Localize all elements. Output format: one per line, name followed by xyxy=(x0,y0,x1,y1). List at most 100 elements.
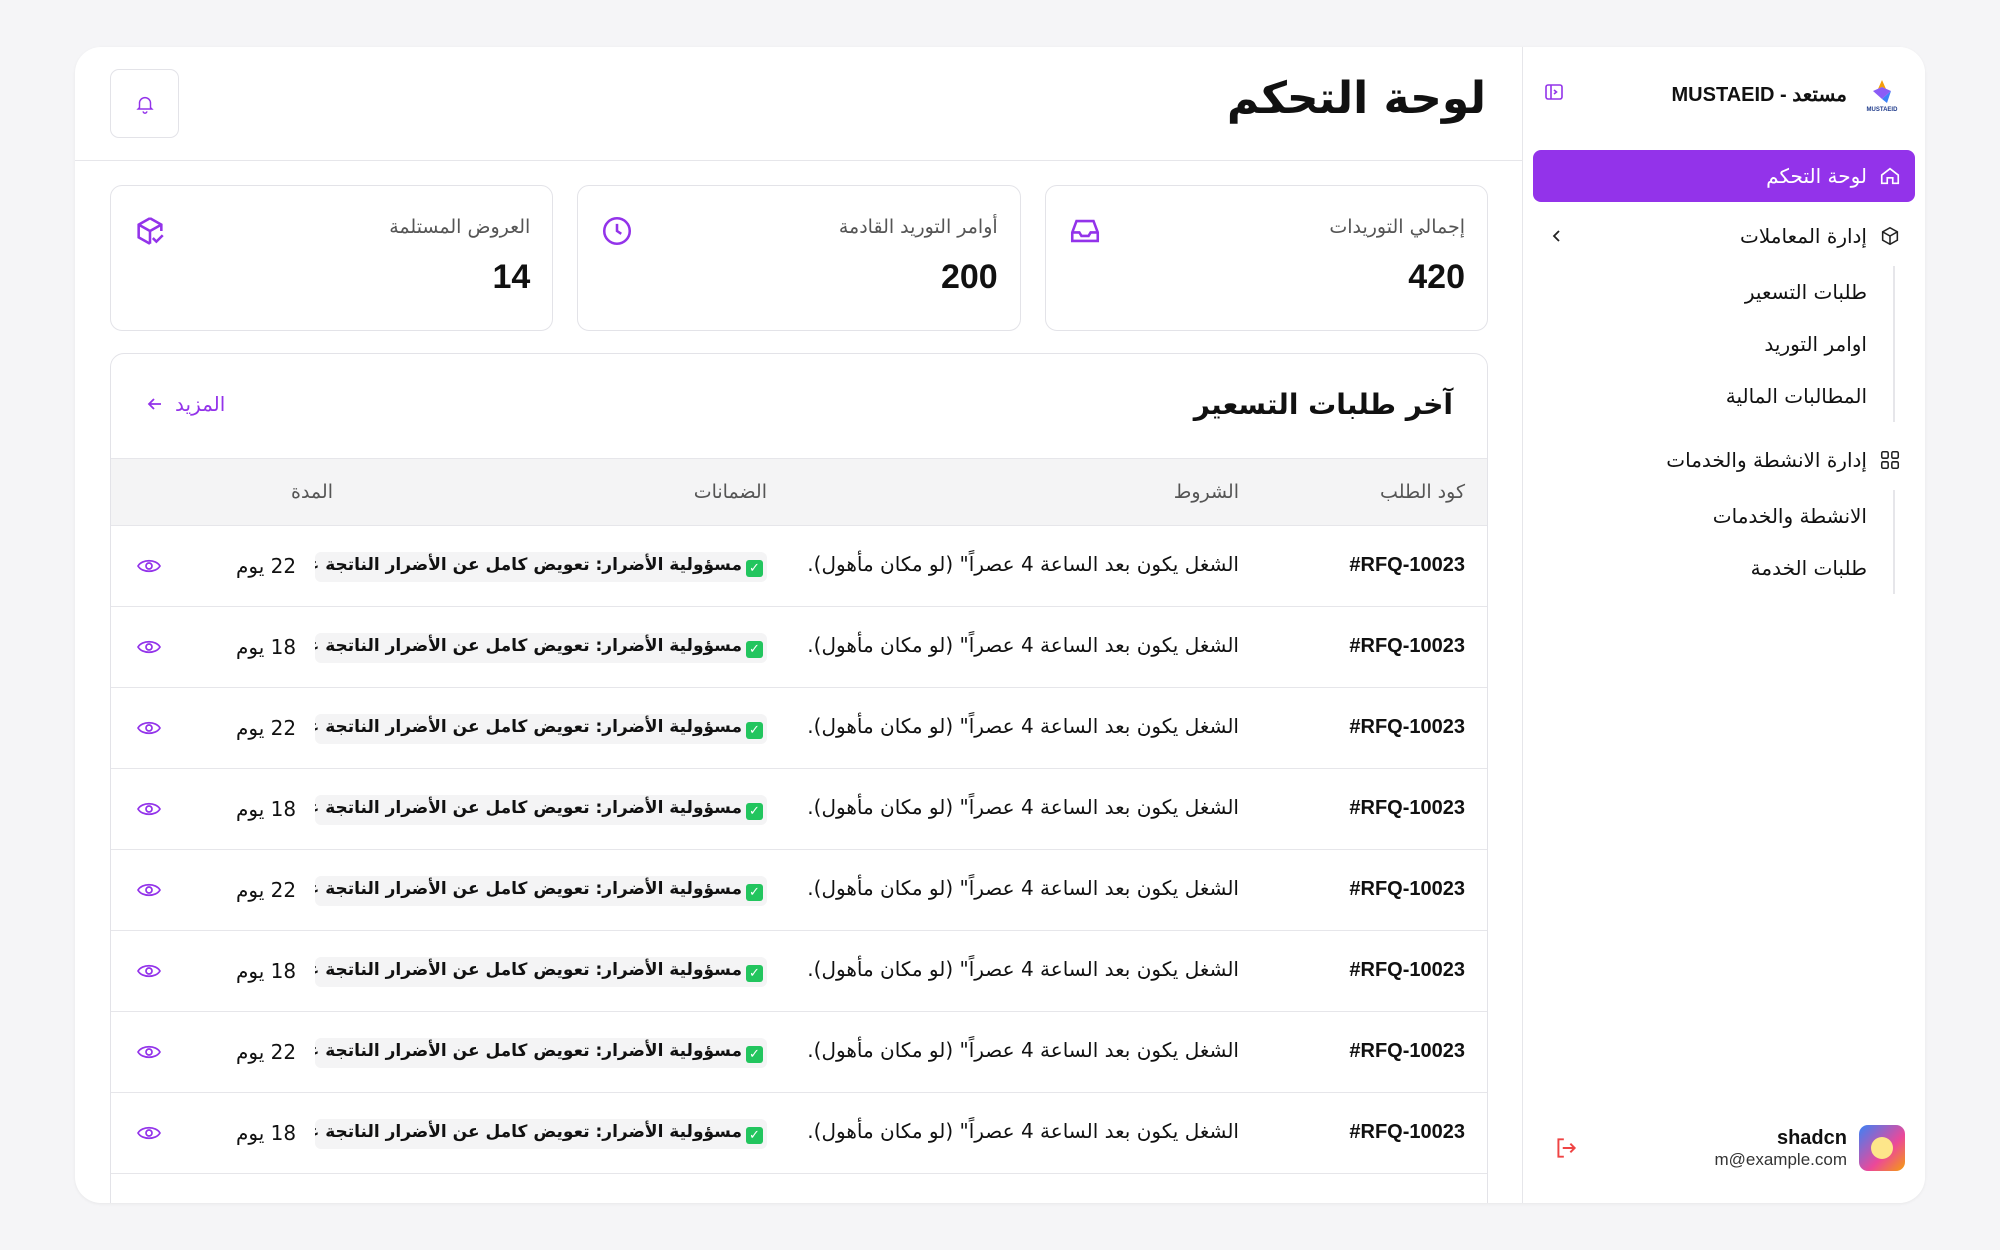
check-icon: ✓ xyxy=(746,965,763,982)
stat-value: 200 xyxy=(940,258,998,296)
view-eye-icon[interactable] xyxy=(137,637,161,657)
cell-duration: 18 يوم xyxy=(236,1121,297,1145)
cell-terms: الشغل يكون بعد الساعة 4 عصراً" (لو مكان … xyxy=(807,1038,1239,1062)
view-eye-icon[interactable] xyxy=(137,718,161,738)
bell-icon xyxy=(135,96,154,114)
cell-terms: الشغل يكون بعد الساعة 4 عصراً" (لو مكان … xyxy=(807,633,1239,657)
stat-label: أوامر التوريد القادمة xyxy=(838,216,998,238)
sidebar-item-supply-orders[interactable]: اوامر التوريد xyxy=(1533,318,1893,370)
view-eye-icon[interactable] xyxy=(137,880,161,900)
avatar xyxy=(1859,1125,1905,1171)
stat-card-total-supplies: إجمالي التوريدات 420 xyxy=(1044,185,1488,331)
cell-code: #RFQ-10023 xyxy=(1349,959,1465,981)
table-row[interactable]: #RFQ-10023 الشغل يكون بعد الساعة 4 عصراً… xyxy=(111,607,1487,688)
cell-duration: 18 يوم xyxy=(236,797,297,821)
guarantee-text: مسؤولية الأضرار: تعويض كامل عن الأضرار ا… xyxy=(315,555,742,575)
table-row[interactable]: #RFQ-10023 الشغل يكون بعد الساعة 4 عصراً… xyxy=(111,1093,1487,1174)
sidebar-toggle-icon[interactable] xyxy=(1541,79,1567,105)
view-eye-icon[interactable] xyxy=(137,1042,161,1062)
more-label: المزيد xyxy=(175,392,226,416)
check-icon: ✓ xyxy=(746,722,763,739)
cell-guarantees: ✓مسؤولية الأضرار: تعويض كامل عن الأضرار … xyxy=(315,1119,767,1149)
brand-name: مستعد - MUSTAEID xyxy=(1671,84,1847,106)
check-icon: ✓ xyxy=(746,884,763,901)
stat-value: 14 xyxy=(492,258,531,296)
sidebar-group-activities[interactable]: إدارة الانشطة والخدمات xyxy=(1533,430,1915,490)
user-profile[interactable]: shadcn m@example.com xyxy=(1535,1123,1905,1173)
cell-code: #RFQ-10023 xyxy=(1349,878,1465,900)
view-eye-icon[interactable] xyxy=(137,1123,161,1143)
brand-logo: MUSTAEID xyxy=(1859,69,1905,121)
sidebar-submenu-activities: الانشطة والخدمات طلبات الخدمة xyxy=(1533,490,1895,594)
guarantee-text: مسؤولية الأضرار: تعويض كامل عن الأضرار ا… xyxy=(315,798,742,818)
guarantee-text: مسؤولية الأضرار: تعويض كامل عن الأضرار ا… xyxy=(315,1041,742,1061)
col-duration: المدة xyxy=(291,481,333,503)
page-title: لوحة التحكم xyxy=(1226,73,1486,124)
cell-guarantees: ✓مسؤولية الأضرار: تعويض كامل عن الأضرار … xyxy=(315,795,767,825)
cell-terms: الشغل يكون بعد الساعة 4 عصراً" (لو مكان … xyxy=(807,1119,1239,1143)
view-eye-icon[interactable] xyxy=(137,799,161,819)
col-guarantees: الضمانات xyxy=(693,481,767,503)
check-icon: ✓ xyxy=(746,803,763,820)
view-eye-icon[interactable] xyxy=(137,556,161,576)
sidebar-item-rfq[interactable]: طلبات التسعير xyxy=(1533,266,1893,318)
check-icon: ✓ xyxy=(746,641,763,658)
cell-guarantees: ✓مسؤولية الأضرار: تعويض كامل عن الأضرار … xyxy=(315,957,767,987)
cell-code: #RFQ-10023 xyxy=(1349,1121,1465,1143)
table-body: #RFQ-10023 الشغل يكون بعد الساعة 4 عصراً… xyxy=(111,526,1487,1174)
col-terms: الشروط xyxy=(1173,481,1239,503)
sidebar-item-service-requests[interactable]: طلبات الخدمة xyxy=(1533,542,1893,594)
cell-guarantees: ✓مسؤولية الأضرار: تعويض كامل عن الأضرار … xyxy=(315,1038,767,1068)
table-row[interactable]: #RFQ-10023 الشغل يكون بعد الساعة 4 عصراً… xyxy=(111,526,1487,607)
user-email: m@example.com xyxy=(1714,1149,1847,1169)
sidebar-item-label: لوحة التحكم xyxy=(1766,164,1867,188)
sidebar-group-label: إدارة الانشطة والخدمات xyxy=(1666,448,1867,472)
cell-code: #RFQ-10023 xyxy=(1349,635,1465,657)
cell-guarantees: ✓مسؤولية الأضرار: تعويض كامل عن الأضرار … xyxy=(315,552,767,582)
col-code: كود الطلب xyxy=(1380,481,1465,503)
cell-duration: 22 يوم xyxy=(236,878,297,902)
brand-logo-text: MUSTAEID xyxy=(1866,106,1898,113)
inbox-icon xyxy=(1070,219,1099,243)
stat-label: إجمالي التوريدات xyxy=(1329,216,1465,238)
table-row[interactable]: #RFQ-10023 الشغل يكون بعد الساعة 4 عصراً… xyxy=(111,850,1487,931)
sidebar-submenu-transactions: طلبات التسعير اوامر التوريد المطالبات ال… xyxy=(1533,266,1895,422)
user-name: shadcn xyxy=(1776,1126,1847,1149)
table-title: آخر طلبات التسعير xyxy=(1193,388,1453,421)
cell-duration: 22 يوم xyxy=(236,1040,297,1064)
box-icon xyxy=(1881,226,1899,246)
arrow-left-icon xyxy=(147,398,161,410)
cell-duration: 22 يوم xyxy=(236,716,297,740)
guarantee-text: مسؤولية الأضرار: تعويض كامل عن الأضرار ا… xyxy=(315,960,742,980)
table-row[interactable]: #RFQ-10023 الشغل يكون بعد الساعة 4 عصراً… xyxy=(111,769,1487,850)
guarantee-text: مسؤولية الأضرار: تعويض كامل عن الأضرار ا… xyxy=(315,1122,742,1142)
notifications-button[interactable] xyxy=(110,69,179,138)
cell-guarantees: ✓مسؤولية الأضرار: تعويض كامل عن الأضرار … xyxy=(315,714,767,744)
stat-card-upcoming-orders: أوامر التوريد القادمة 200 xyxy=(577,185,1021,331)
chevron-left-icon[interactable] xyxy=(1547,226,1567,246)
package-check-icon xyxy=(137,217,164,245)
brand[interactable]: MUSTAEID مستعد - MUSTAEID xyxy=(1535,67,1905,122)
check-icon: ✓ xyxy=(746,1127,763,1144)
sidebar-item-dashboard[interactable]: لوحة التحكم xyxy=(1533,150,1915,202)
sidebar-group-transactions[interactable]: إدارة المعاملات xyxy=(1533,206,1915,266)
cell-terms: الشغل يكون بعد الساعة 4 عصراً" (لو مكان … xyxy=(807,795,1239,819)
table-row[interactable]: #RFQ-10023 الشغل يكون بعد الساعة 4 عصراً… xyxy=(111,931,1487,1012)
table-row[interactable]: #RFQ-10023 الشغل يكون بعد الساعة 4 عصراً… xyxy=(111,688,1487,769)
stat-value: 420 xyxy=(1408,258,1465,296)
table-header: كود الطلب الشروط الضمانات المدة xyxy=(111,458,1487,526)
cell-guarantees: ✓مسؤولية الأضرار: تعويض كامل عن الأضرار … xyxy=(315,633,767,663)
cell-terms: الشغل يكون بعد الساعة 4 عصراً" (لو مكان … xyxy=(807,552,1239,576)
cell-code: #RFQ-10023 xyxy=(1349,716,1465,738)
page-header: لوحة التحكم xyxy=(75,47,1522,161)
view-eye-icon[interactable] xyxy=(137,961,161,981)
cell-terms: الشغل يكون بعد الساعة 4 عصراً" (لو مكان … xyxy=(807,876,1239,900)
cell-terms: الشغل يكون بعد الساعة 4 عصراً" (لو مكان … xyxy=(807,714,1239,738)
sidebar-item-activities-services[interactable]: الانشطة والخدمات xyxy=(1533,490,1893,542)
more-link[interactable]: المزيد xyxy=(145,392,225,416)
cell-duration: 18 يوم xyxy=(236,635,297,659)
sidebar-item-financial-claims[interactable]: المطالبات المالية xyxy=(1533,370,1893,422)
table-row[interactable]: #RFQ-10023 الشغل يكون بعد الساعة 4 عصراً… xyxy=(111,1012,1487,1093)
logout-icon[interactable] xyxy=(1553,1135,1579,1161)
check-icon: ✓ xyxy=(746,1046,763,1063)
